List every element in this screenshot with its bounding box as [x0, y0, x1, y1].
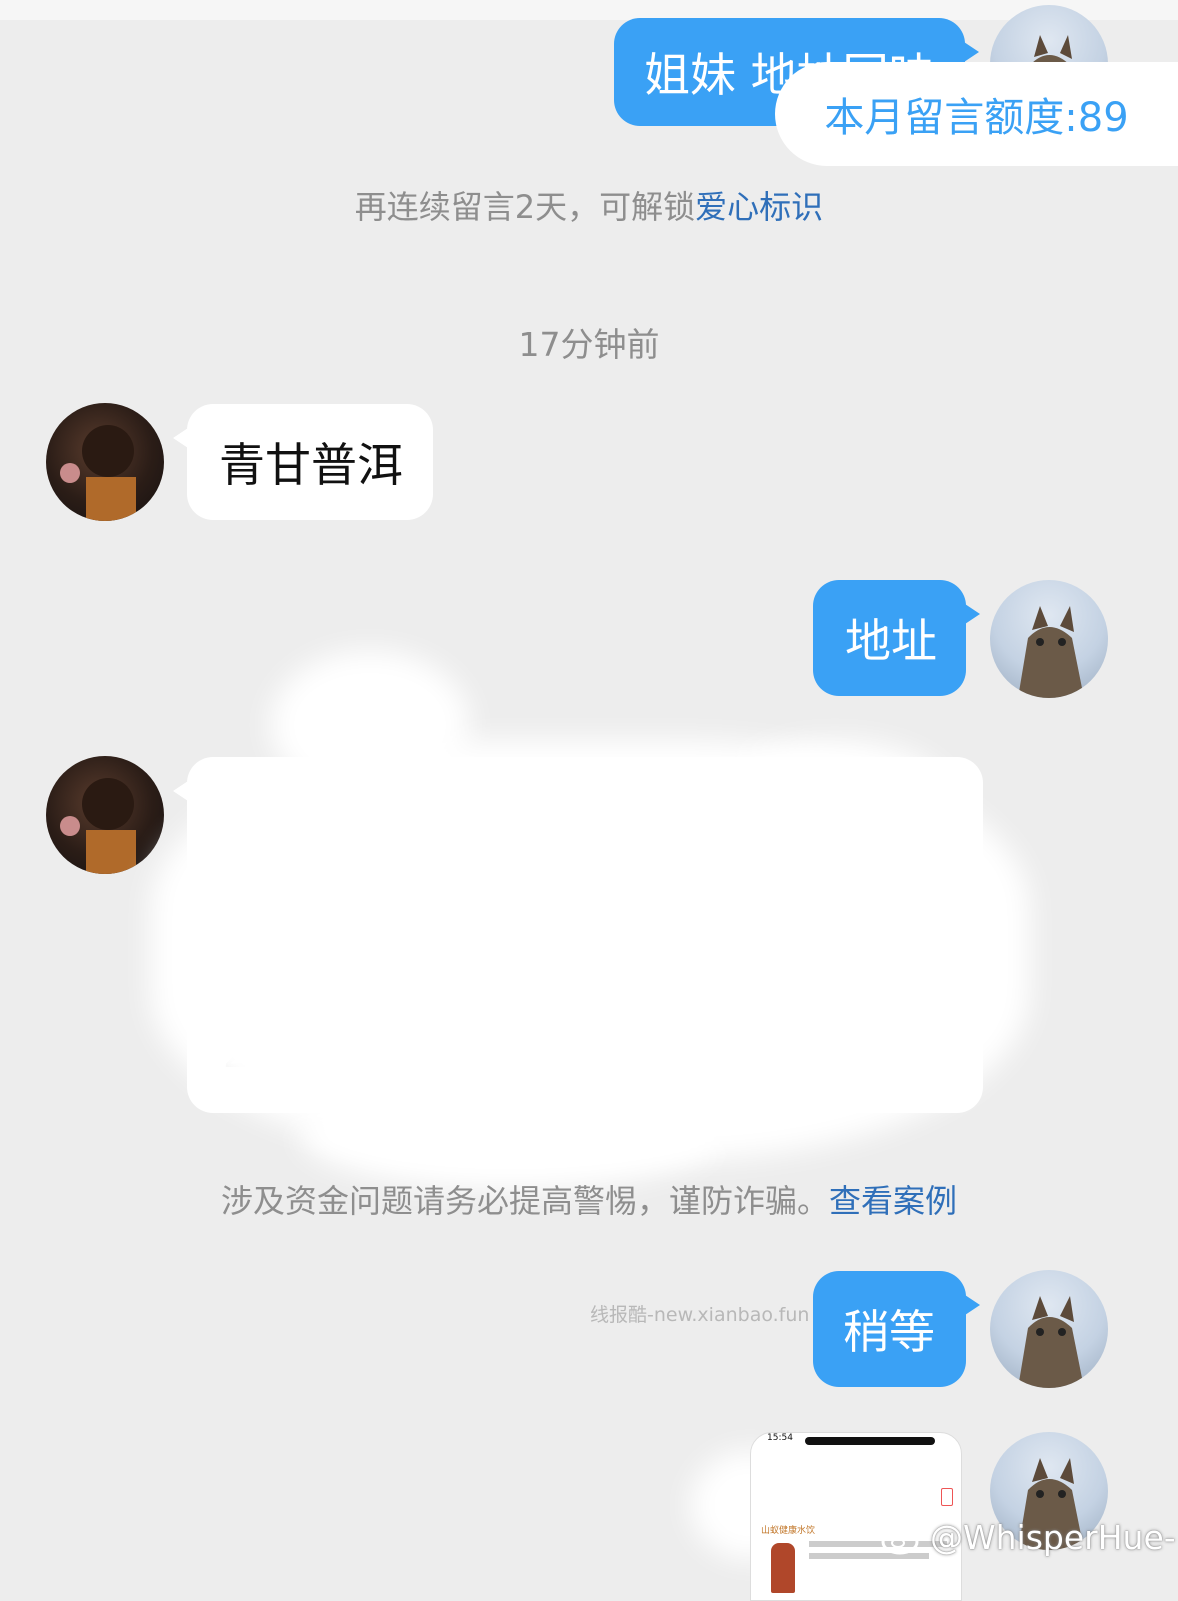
message-text: 地址 — [845, 614, 937, 668]
message-bubble-outgoing[interactable]: 稍等 — [813, 1271, 980, 1387]
thumb-time: 15:54 — [767, 1433, 793, 1443]
streak-text: 再连续留言2天，可解锁 — [354, 188, 696, 226]
warning-text: 涉及资金问题请务必提高警惕，谨防诈骗。 — [220, 1182, 829, 1220]
message-bubble-incoming[interactable]: 青甘普洱 — [173, 404, 433, 520]
thumb-redaction — [805, 1437, 935, 1445]
top-strip — [0, 0, 1178, 20]
message-text: 稍等 — [843, 1305, 935, 1359]
weibo-handle: @WhisperHue- — [930, 1518, 1176, 1557]
warning-link[interactable]: 查看案例 — [829, 1182, 957, 1220]
cat-avatar[interactable] — [990, 580, 1108, 698]
quota-text: 本月留言额度:89 — [824, 95, 1129, 141]
user-avatar[interactable] — [46, 756, 164, 874]
fraud-warning: 涉及资金问题请务必提高警惕，谨防诈骗。查看案例 — [0, 1176, 1178, 1222]
thumb-shop-name: 山蚁健康水饮 — [761, 1526, 816, 1536]
image-message-thumbnail[interactable]: 15:54 山蚁健康水饮 — [750, 1432, 962, 1601]
message-bubble-outgoing[interactable]: 地址 — [813, 580, 980, 696]
site-watermark: 线报酷-new.xianbao.fun — [590, 1304, 810, 1326]
weibo-watermark: @WhisperHue- — [880, 1518, 1176, 1557]
timestamp-text: 17分钟前 — [518, 325, 660, 364]
user-avatar[interactable] — [46, 403, 164, 521]
streak-notice: 再连续留言2天，可解锁爱心标识 — [0, 182, 1178, 228]
message-text: 青甘普洱 — [219, 438, 403, 492]
weibo-logo — [881, 1523, 922, 1554]
cat-avatar[interactable] — [990, 1270, 1108, 1388]
quota-banner: 本月留言额度:89 — [775, 62, 1178, 166]
streak-link[interactable]: 爱心标识 — [695, 188, 823, 226]
thumb-badge — [941, 1488, 953, 1506]
thumb-product-image — [771, 1543, 795, 1593]
timestamp: 17分钟前 — [0, 318, 1178, 366]
